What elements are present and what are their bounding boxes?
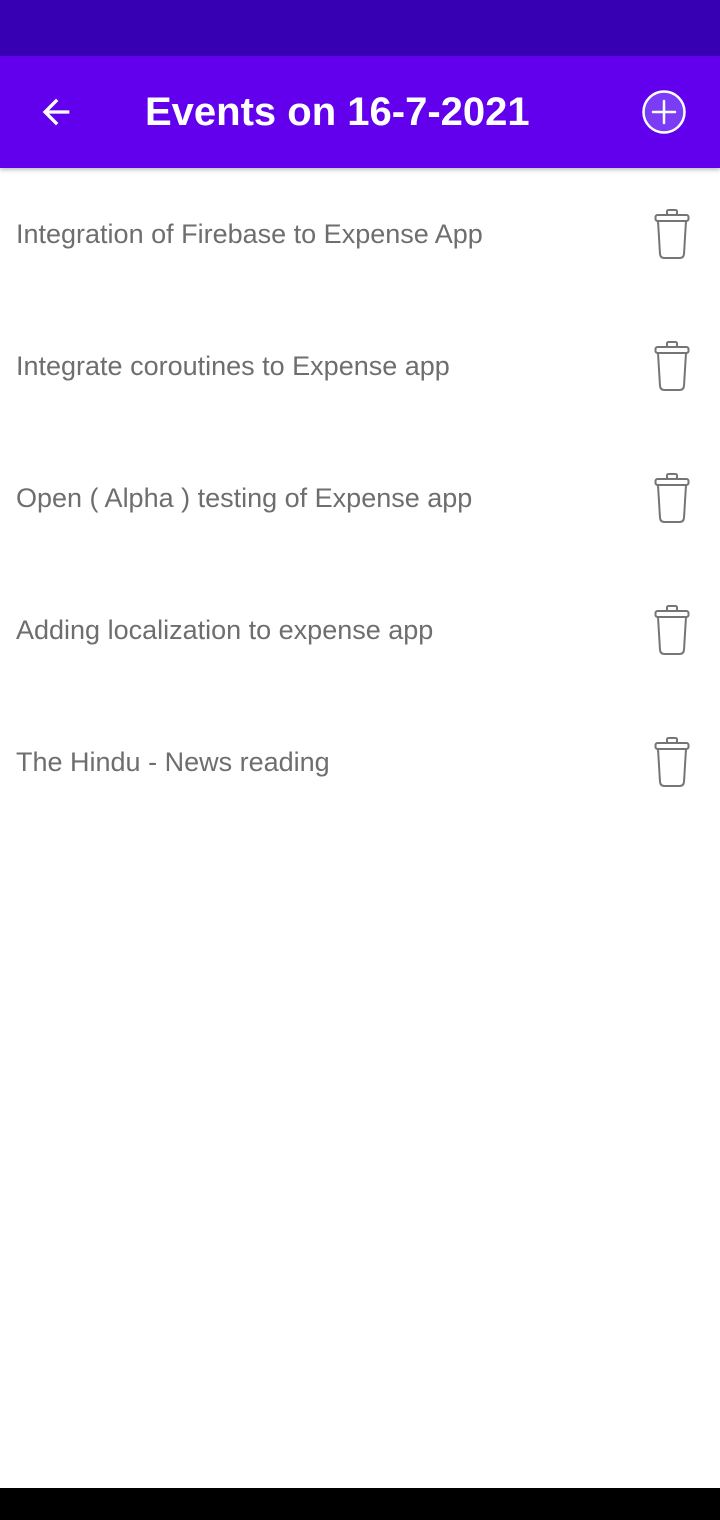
- delete-button[interactable]: [646, 600, 698, 660]
- trash-icon: [654, 209, 690, 259]
- list-item[interactable]: Adding localization to expense app: [0, 564, 720, 696]
- status-bar: [0, 0, 720, 56]
- event-label: The Hindu - News reading: [16, 747, 330, 777]
- delete-button[interactable]: [646, 336, 698, 396]
- delete-button[interactable]: [646, 732, 698, 792]
- add-event-button[interactable]: [632, 80, 696, 144]
- event-label: Integration of Firebase to Expense App: [16, 219, 483, 249]
- back-button[interactable]: [24, 80, 88, 144]
- page-title: Events on 16-7-2021: [145, 90, 530, 134]
- trash-icon: [654, 605, 690, 655]
- plus-circle-icon: [642, 90, 686, 134]
- list-item[interactable]: Integration of Firebase to Expense App: [0, 168, 720, 300]
- event-label: Integrate coroutines to Expense app: [16, 351, 450, 381]
- trash-icon: [654, 737, 690, 787]
- list-item[interactable]: The Hindu - News reading: [0, 696, 720, 828]
- trash-icon: [654, 341, 690, 391]
- trash-icon: [654, 473, 690, 523]
- event-label: Open ( Alpha ) testing of Expense app: [16, 483, 473, 513]
- arrow-left-icon: [42, 98, 70, 126]
- events-list: Integration of Firebase to Expense App I…: [0, 168, 720, 828]
- list-item[interactable]: Integrate coroutines to Expense app: [0, 300, 720, 432]
- delete-button[interactable]: [646, 468, 698, 528]
- app-bar: Events on 16-7-2021: [0, 56, 720, 168]
- list-item[interactable]: Open ( Alpha ) testing of Expense app: [0, 432, 720, 564]
- navigation-bar: [0, 1488, 720, 1520]
- delete-button[interactable]: [646, 204, 698, 264]
- event-label: Adding localization to expense app: [16, 615, 434, 645]
